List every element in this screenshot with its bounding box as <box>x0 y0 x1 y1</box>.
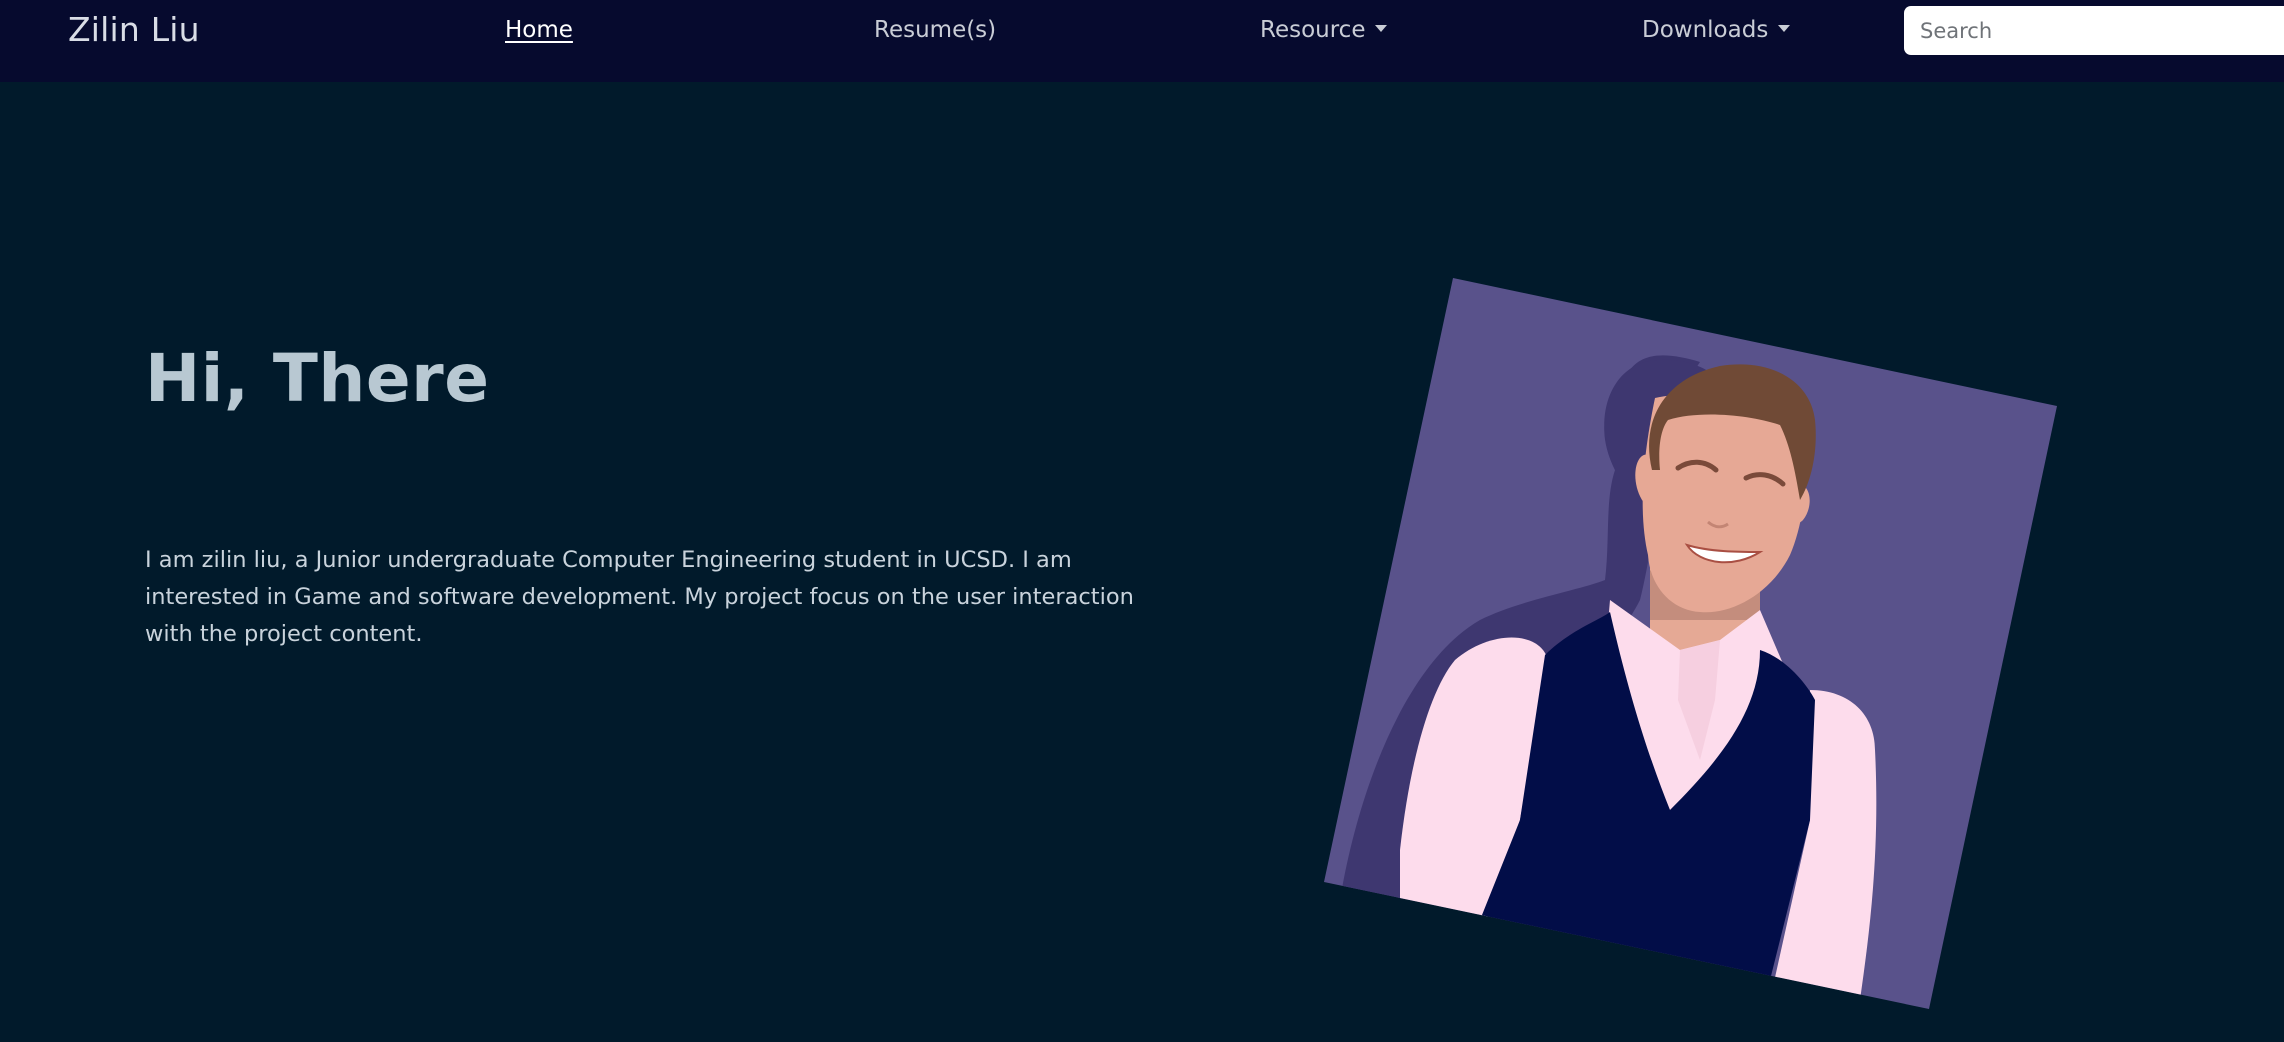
hero-title: Hi, There <box>145 340 490 417</box>
nav-resource-label: Resource <box>1260 17 1366 43</box>
hero-description: I am zilin liu, a Junior undergraduate C… <box>145 547 1134 647</box>
nav-downloads-label: Downloads <box>1642 17 1769 43</box>
nav-downloads-dropdown[interactable]: Downloads <box>1642 17 1791 43</box>
search-input[interactable] <box>1904 6 2284 55</box>
nav-resource-dropdown[interactable]: Resource <box>1260 17 1388 43</box>
chevron-down-icon <box>1375 25 1388 32</box>
top-navbar: Zilin Liu Home Resume(s) Resource Downlo… <box>0 0 2284 82</box>
brand-logo[interactable]: Zilin Liu <box>68 10 200 49</box>
nav-resume-link[interactable]: Resume(s) <box>874 17 996 43</box>
nav-home-link[interactable]: Home <box>505 17 573 43</box>
chevron-down-icon <box>1778 25 1791 32</box>
nav-home-label: Home <box>505 17 573 43</box>
nav-resume-label: Resume(s) <box>874 17 997 43</box>
person-avatar-illustration <box>1324 278 2057 1009</box>
